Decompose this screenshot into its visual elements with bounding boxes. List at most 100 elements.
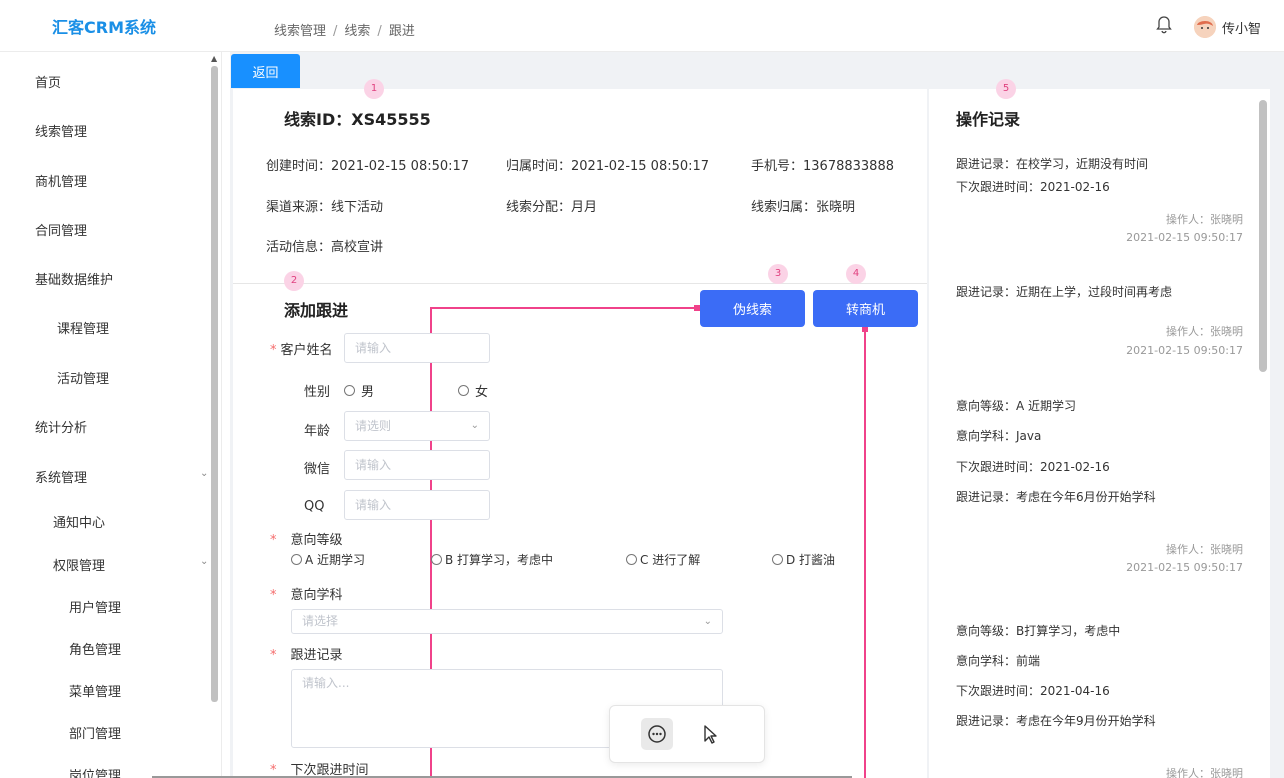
avatar[interactable]	[1194, 16, 1216, 38]
chevron-down-icon: ⌄	[703, 616, 712, 627]
log-time: 2021-02-15 09:50:17	[1126, 561, 1243, 574]
log-operator: 操作人：张晓明	[1166, 213, 1243, 226]
intent-subject-label: * 意向学科	[270, 588, 343, 603]
sidebar-item-home[interactable]: 首页	[35, 72, 61, 91]
log-line: 跟进记录：考虑在今年6月份开始学科	[956, 490, 1156, 504]
radio-circle-icon	[431, 554, 442, 565]
top-header: 汇客CRM系统 线索管理 / 线索 / 跟进 传小智	[0, 0, 1284, 52]
sidebar-item-contract[interactable]: 合同管理	[35, 220, 87, 239]
sidebar-item-dept[interactable]: 部门管理	[69, 723, 121, 742]
intent-a-radio[interactable]: A 近期学习	[291, 551, 365, 568]
log-line: 下次跟进时间：2021-02-16	[956, 460, 1110, 474]
gender-label: 性别	[304, 385, 331, 400]
sidebar-item-notify[interactable]: 通知中心	[53, 512, 105, 531]
log-line: 意向学科：Java	[956, 429, 1042, 443]
phone-number: 手机号：13678833888	[751, 159, 894, 174]
breadcrumb-separator: /	[377, 24, 382, 39]
wechat-label: 微信	[304, 462, 331, 477]
sidebar-item-activity[interactable]: 活动管理	[57, 368, 109, 387]
age-select[interactable]: 请选则 ⌄	[344, 411, 490, 441]
chat-icon[interactable]	[641, 718, 673, 750]
sidebar-item-business[interactable]: 商机管理	[35, 171, 87, 190]
assigned-time: 归属时间：2021-02-15 08:50:17	[506, 159, 710, 174]
sidebar-item-post[interactable]: 岗位管理	[69, 765, 121, 778]
cursor-icon[interactable]	[700, 723, 720, 749]
floating-toolbar	[609, 705, 765, 763]
chevron-down-icon: ⌄	[470, 420, 479, 431]
log-line: 跟进记录：近期在上学，过段时间再考虑	[956, 285, 1173, 299]
log-line: 意向等级：B打算学习，考虑中	[956, 624, 1121, 638]
intent-d-radio[interactable]: D 打酱油	[772, 551, 835, 568]
clue-owner: 线索归属：张晓明	[751, 200, 856, 215]
log-line: 跟进记录：考虑在今年9月份开始学科	[956, 714, 1156, 728]
annotation-line	[864, 328, 866, 778]
operation-log-title: 操作记录	[956, 110, 1021, 129]
wechat-input[interactable]	[344, 450, 490, 480]
log-line: 意向学科：前端	[956, 654, 1041, 668]
sidebar-item-course[interactable]: 课程管理	[57, 318, 109, 337]
sidebar-item-clue[interactable]: 线索管理	[35, 121, 87, 140]
convert-business-button[interactable]: 转商机	[813, 290, 918, 327]
log-line: 意向等级：A 近期学习	[956, 399, 1077, 413]
qq-input[interactable]	[344, 490, 490, 520]
sidebar-item-basedata[interactable]: 基础数据维护	[35, 269, 113, 288]
created-time: 创建时间：2021-02-15 08:50:17	[266, 159, 470, 174]
log-line: 下次跟进时间：2021-04-16	[956, 684, 1110, 698]
sidebar-item-menu[interactable]: 菜单管理	[69, 681, 121, 700]
log-time: 2021-02-15 09:50:17	[1126, 231, 1243, 244]
clue-assignee: 线索分配：月月	[506, 200, 598, 215]
breadcrumb-item[interactable]: 线索	[344, 24, 370, 39]
log-operator: 操作人：张晓明	[1166, 543, 1243, 556]
back-button[interactable]: 返回	[231, 54, 300, 88]
sidebar-item-system[interactable]: 系统管理	[35, 467, 87, 486]
sidebar-item-user[interactable]: 用户管理	[69, 597, 121, 616]
gender-male-radio[interactable]: 男	[344, 381, 374, 400]
sidebar-scrollbar[interactable]	[211, 66, 218, 702]
annotation-marker: 4	[846, 264, 866, 284]
log-scrollbar[interactable]	[1259, 100, 1267, 372]
breadcrumb: 线索管理 / 线索 / 跟进	[274, 20, 415, 39]
log-operator: 操作人：张晓明	[1166, 767, 1243, 778]
intent-b-radio[interactable]: B 打算学习，考虑中	[431, 551, 553, 568]
breadcrumb-item-current: 跟进	[388, 24, 415, 39]
chevron-down-icon[interactable]: ⌄	[200, 468, 208, 479]
annotation-marker: 1	[364, 79, 384, 99]
radio-circle-icon	[291, 554, 302, 565]
annotation-marker: 2	[284, 271, 304, 291]
customer-name-label: * 客户姓名	[270, 343, 333, 358]
annotation-marker: 5	[996, 79, 1016, 99]
fake-clue-button[interactable]: 伪线索	[700, 290, 805, 327]
chevron-down-icon[interactable]: ⌄	[200, 556, 208, 567]
add-followup-title: 添加跟进	[284, 301, 349, 320]
qq-label: QQ	[304, 499, 325, 514]
annotation-line	[430, 307, 698, 309]
radio-circle-icon	[772, 554, 783, 565]
intent-level-label: * 意向等级	[270, 533, 343, 548]
radio-circle-icon	[458, 385, 469, 396]
bell-icon[interactable]	[1156, 16, 1172, 38]
sidebar-item-stats[interactable]: 统计分析	[35, 417, 87, 436]
intent-subject-select[interactable]: 请选择 ⌄	[291, 609, 723, 634]
breadcrumb-separator: /	[333, 24, 338, 39]
annotation-marker: 3	[768, 264, 788, 284]
channel-source: 渠道来源：线下活动	[266, 200, 384, 215]
activity-info: 活动信息：高校宣讲	[266, 240, 384, 255]
app-logo: 汇客CRM系统	[52, 18, 156, 37]
scroll-up-icon[interactable]: ▲	[211, 54, 217, 63]
gender-female-radio[interactable]: 女	[458, 381, 488, 400]
log-line: 下次跟进时间：2021-02-16	[956, 180, 1110, 194]
log-line: 跟进记录：在校学习，近期没有时间	[956, 157, 1149, 171]
sidebar-item-permission[interactable]: 权限管理	[53, 555, 105, 574]
section-divider	[233, 283, 927, 284]
age-label: 年龄	[304, 424, 331, 439]
customer-name-input[interactable]	[344, 333, 490, 363]
sidebar-item-role[interactable]: 角色管理	[69, 639, 121, 658]
follow-record-label: * 跟进记录	[270, 648, 343, 663]
breadcrumb-item[interactable]: 线索管理	[274, 24, 326, 39]
user-name[interactable]: 传小智	[1222, 18, 1261, 37]
log-time: 2021-02-15 09:50:17	[1126, 344, 1243, 357]
log-operator: 操作人：张晓明	[1166, 325, 1243, 338]
radio-circle-icon	[344, 385, 355, 396]
intent-c-radio[interactable]: C 进行了解	[626, 551, 700, 568]
clue-id-title: 线索ID：XS45555	[284, 110, 431, 129]
